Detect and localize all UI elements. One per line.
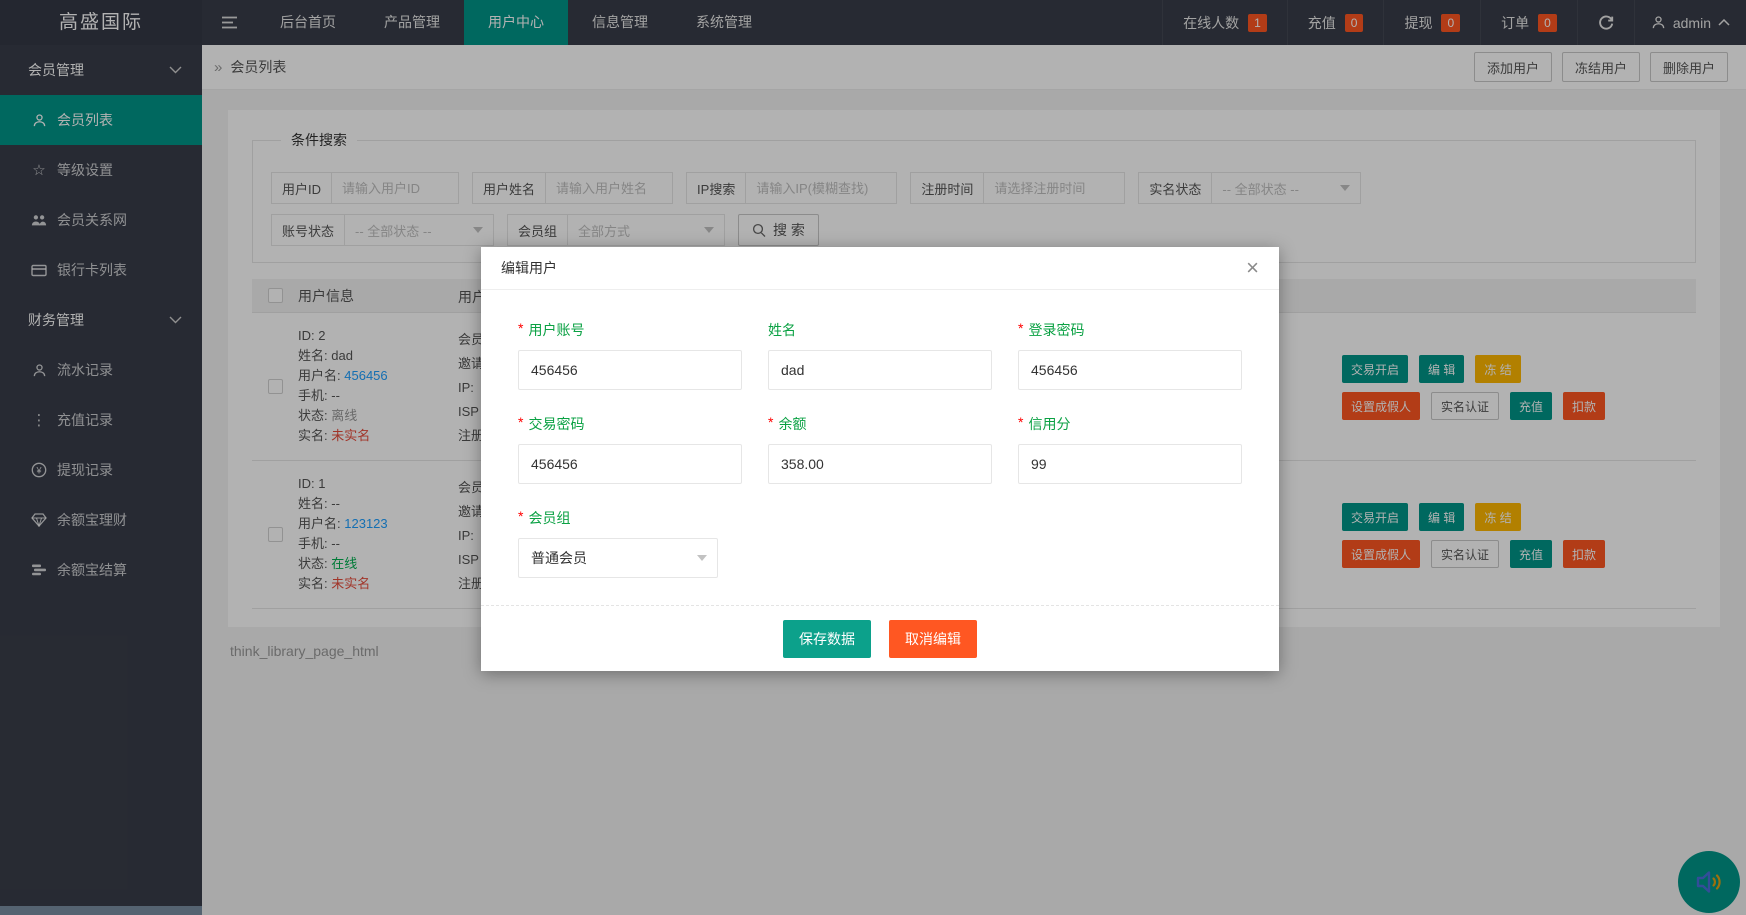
login-password-input[interactable] (1018, 350, 1242, 390)
modal-footer: 保存数据 取消编辑 (481, 605, 1279, 671)
modal-header: 编辑用户 × (481, 247, 1279, 290)
trade-password-input[interactable] (518, 444, 742, 484)
member-group-value: 普通会员 (531, 550, 587, 566)
account-input[interactable] (518, 350, 742, 390)
name-label: 姓名 (768, 322, 796, 338)
member-group-select[interactable]: 普通会员 (518, 538, 718, 578)
modal-body: *用户账号 姓名 *登录密码 *交易密码 *余额 *信用分 (481, 290, 1279, 605)
required-asterisk: * (518, 320, 524, 336)
login-password-field: * 登录密码 (1018, 320, 1242, 390)
balance-label: 余额 (778, 416, 807, 432)
credit-field: * 信用分 (1018, 414, 1242, 484)
member-group-label: 会员组 (528, 510, 571, 526)
login-password-label: 登录密码 (1028, 322, 1085, 338)
balance-field: * 余额 (768, 414, 992, 484)
account-label: 用户账号 (528, 322, 585, 338)
required-asterisk: * (518, 414, 524, 430)
member-group-field: * 会员组 普通会员 (518, 508, 742, 578)
name-field: 姓名 (768, 320, 992, 390)
edit-user-modal: 编辑用户 × *用户账号 姓名 *登录密码 *交易密码 *余额 (481, 247, 1279, 671)
name-input[interactable] (768, 350, 992, 390)
required-asterisk: * (518, 508, 524, 524)
caret-down-icon (697, 555, 707, 561)
required-asterisk: * (1018, 320, 1024, 336)
required-asterisk: * (768, 414, 774, 430)
trade-password-field: * 交易密码 (518, 414, 742, 484)
account-field: * 用户账号 (518, 320, 742, 390)
modal-title: 编辑用户 (501, 260, 557, 276)
required-asterisk: * (1018, 414, 1024, 430)
trade-password-label: 交易密码 (528, 416, 585, 432)
credit-label: 信用分 (1028, 416, 1071, 432)
balance-input[interactable] (768, 444, 992, 484)
credit-input[interactable] (1018, 444, 1242, 484)
save-button[interactable]: 保存数据 (783, 619, 871, 658)
cancel-button[interactable]: 取消编辑 (889, 619, 977, 658)
close-icon[interactable]: × (1246, 257, 1259, 279)
